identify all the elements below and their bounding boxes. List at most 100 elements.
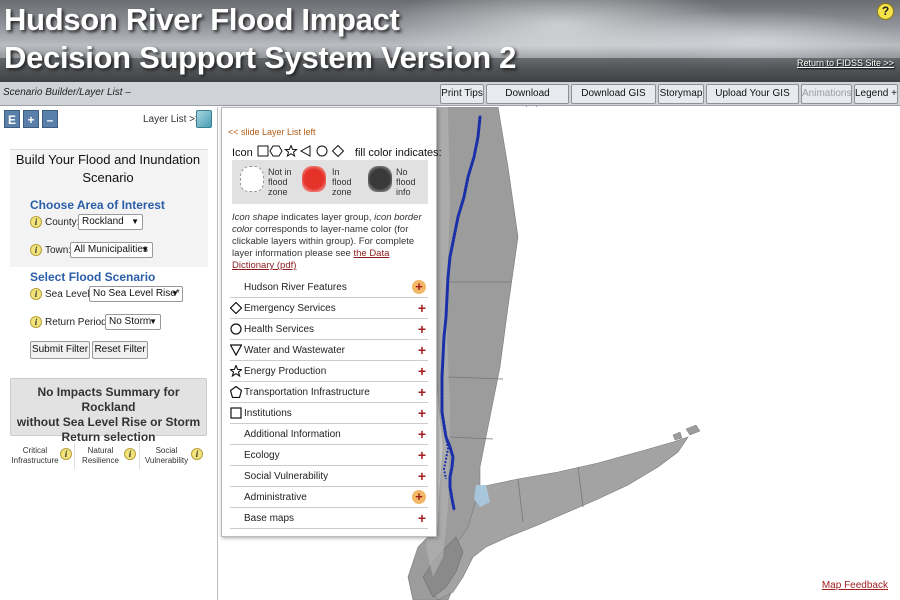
expand-button[interactable]: E [4, 110, 20, 128]
layer-group-label: Base maps [244, 513, 295, 524]
in-flood-zone-swatch [302, 166, 326, 192]
expand-plus-icon[interactable]: + [412, 280, 426, 294]
layer-group-label: Social Vulnerability [244, 471, 329, 482]
layer-list-icon[interactable] [196, 110, 212, 128]
expand-plus-icon[interactable]: + [418, 342, 426, 358]
layer-list-description: Icon shape indicates layer group, icon b… [232, 212, 430, 272]
expand-plus-icon[interactable]: + [418, 384, 426, 400]
not-in-flood-zone-swatch [240, 166, 264, 192]
county-label: County: [45, 217, 80, 228]
tab-label: Critical Infrastructure [10, 446, 60, 466]
info-icon[interactable]: i [30, 244, 42, 256]
square-icon [230, 407, 242, 419]
layer-group-item[interactable]: Hudson River Features + [230, 278, 428, 298]
legend-button[interactable]: Legend + [854, 84, 898, 104]
layer-list-panel: << slide Layer List left Icon fill color… [221, 107, 442, 537]
triangle-down-icon [230, 344, 242, 356]
app-title-line1: Hudson River Flood Impact [4, 2, 400, 37]
tab-natural-resilience[interactable]: Natural Resilience i [77, 443, 140, 469]
download-statistics-button[interactable]: Download Statistics [486, 84, 569, 117]
layer-group-item[interactable]: Ecology + [230, 446, 428, 466]
submit-filter-button[interactable]: Submit Filter [30, 341, 90, 359]
layer-group-item[interactable]: Health Services + [230, 320, 428, 340]
layer-group-item[interactable]: Social Vulnerability + [230, 467, 428, 487]
legend-label-in-flood-zone: In flood zone [332, 167, 352, 197]
print-tips-button[interactable]: Print Tips [440, 84, 484, 104]
legend-label-line: zone [332, 187, 352, 197]
map-island [672, 431, 683, 441]
upload-gis-data-button[interactable]: Upload Your GIS Data [706, 84, 799, 117]
expand-plus-icon[interactable]: + [418, 321, 426, 337]
legend-label-line: flood [396, 177, 416, 187]
storymap-button[interactable]: Storymap [658, 84, 704, 104]
county-select[interactable]: Rockland ▼ [78, 214, 143, 230]
map-feedback-link[interactable]: Map Feedback [822, 580, 888, 591]
download-gis-data-button[interactable]: Download GIS Data [571, 84, 656, 117]
icon-legend-label: Icon [232, 147, 253, 159]
icon-legend-row: Icon fill color indicates: [232, 144, 442, 159]
layer-group-item[interactable]: Additional Information + [230, 425, 428, 445]
layer-group-item[interactable]: Energy Production + [230, 362, 428, 382]
no-flood-info-swatch [368, 166, 392, 192]
layer-group-item[interactable]: Institutions + [230, 404, 428, 424]
tab-critical-infrastructure[interactable]: Critical Infrastructure i [10, 443, 75, 469]
sea-level-value: No Sea Level Rise* [93, 288, 180, 299]
layer-list-link[interactable]: Layer List >> [143, 114, 201, 125]
diamond-icon [331, 144, 345, 158]
expand-plus-icon[interactable]: + [418, 510, 426, 526]
animations-button[interactable]: Animations [801, 84, 852, 104]
expand-plus-icon[interactable]: + [418, 426, 426, 442]
info-icon[interactable]: i [30, 288, 42, 300]
triangle-left-icon [299, 145, 311, 157]
info-icon[interactable]: i [191, 448, 203, 460]
tab-label-line: Social [155, 446, 178, 455]
square-icon [257, 145, 269, 157]
legend-label-line: info [396, 187, 411, 197]
layer-group-label: Hudson River Features [244, 282, 347, 293]
town-value: All Municipalities [74, 244, 148, 255]
impacts-summary-text: No Impacts Summary for Rockland without … [11, 385, 206, 445]
return-period-value: No Storm [109, 316, 152, 327]
layer-group-item[interactable]: Administrative + [230, 488, 428, 508]
scenario-builder-panel: E + – Layer List >> Build Your Flood and… [0, 107, 218, 600]
expand-plus-icon[interactable]: + [412, 490, 426, 504]
expand-plus-icon[interactable]: + [418, 363, 426, 379]
star-icon [230, 365, 242, 377]
zoom-out-button[interactable]: – [42, 110, 58, 128]
sea-level-select[interactable]: No Sea Level Rise* ▼ [89, 286, 183, 302]
legend-shapes [257, 144, 345, 158]
info-icon[interactable]: i [30, 316, 42, 328]
layer-group-item[interactable]: Transportation Infrastructure + [230, 383, 428, 403]
legend-label-line: In [332, 167, 340, 177]
info-icon[interactable]: i [124, 448, 136, 460]
layer-group-label: Health Services [244, 324, 315, 335]
scenario-builder-toggle[interactable]: Scenario Builder/Layer List – [3, 87, 131, 98]
return-period-select[interactable]: No Storm ▼ [105, 314, 161, 330]
help-icon[interactable]: ? [877, 3, 894, 20]
expand-plus-icon[interactable]: + [418, 468, 426, 484]
expand-plus-icon[interactable]: + [418, 300, 426, 316]
layer-group-item[interactable]: Emergency Services + [230, 299, 428, 319]
toolbar: Scenario Builder/Layer List – Print Tips… [0, 82, 900, 117]
layer-group-label: Transportation Infrastructure [244, 387, 370, 398]
expand-plus-icon[interactable]: + [418, 405, 426, 421]
layer-group-item[interactable]: Water and Wastewater + [230, 341, 428, 361]
layer-group-item[interactable]: Base maps + [230, 509, 428, 529]
return-to-fidss-link[interactable]: Return to FIDSS Site >> [797, 58, 894, 68]
tab-social-vulnerability[interactable]: Social Vulnerability i [142, 443, 207, 469]
slide-layer-list-link[interactable]: << slide Layer List left [228, 127, 316, 137]
hexagon-icon [269, 145, 283, 157]
sea-level-label: Sea Level: [45, 289, 93, 300]
fill-color-legend: Not in flood zone In flood zone No flood… [232, 160, 428, 204]
expand-plus-icon[interactable]: + [418, 447, 426, 463]
info-icon[interactable]: i [60, 448, 72, 460]
layer-group-label: Institutions [244, 408, 292, 419]
tab-label-line: Vulnerability [144, 456, 189, 465]
legend-label-line: flood [332, 177, 352, 187]
reset-filter-button[interactable]: Reset Filter [92, 341, 148, 359]
town-select[interactable]: All Municipalities ▼ [70, 242, 153, 258]
app-title-line2: Decision Support System Version 2 [4, 40, 517, 75]
legend-label-line: Not in [268, 167, 292, 177]
zoom-in-button[interactable]: + [23, 110, 39, 128]
info-icon[interactable]: i [30, 216, 42, 228]
